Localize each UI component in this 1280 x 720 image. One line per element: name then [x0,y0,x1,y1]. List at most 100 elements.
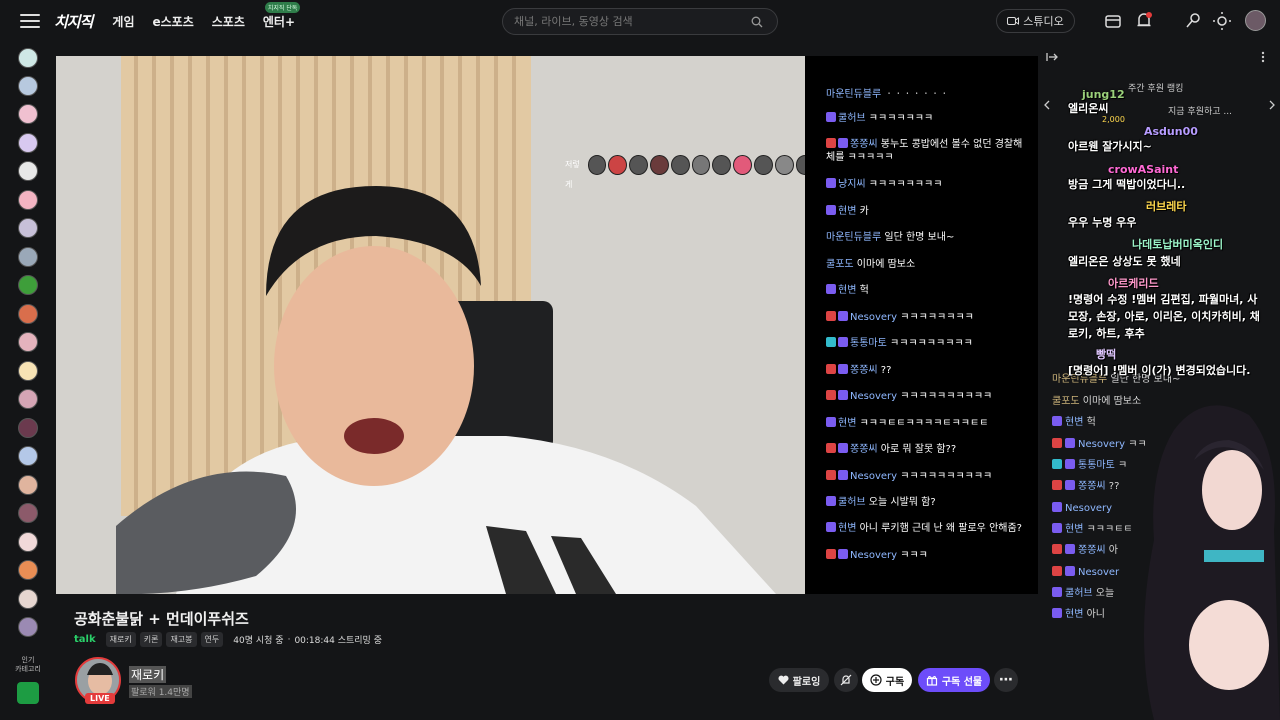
followed-channel-avatar[interactable] [18,418,38,438]
key-icon[interactable] [1184,11,1202,31]
search-icon[interactable] [751,16,763,28]
followed-channel-avatar[interactable] [18,161,38,181]
followed-channel-avatar[interactable] [18,275,38,295]
video-player[interactable]: 저렇게 [56,56,805,594]
video-chat-line: Nesovery ㅋㅋㅋㅋㅋㅋㅋㅋㅋㅋ [826,390,1031,403]
talk-link[interactable]: talk [74,634,96,645]
search-box[interactable] [502,8,778,35]
video-chat-line: Nesovery ㅋㅋㅋㅋㅋㅋㅋㅋㅋㅋ [826,470,1031,483]
nav-item-sports[interactable]: 스포츠 [212,13,245,30]
viewer-count: 40명 시청 중 [233,636,284,646]
overlay-nick: 빵떡 [1096,348,1117,361]
notification-bell-icon[interactable] [1135,11,1153,31]
overlay-nick: Asdun00 [1144,125,1198,138]
user-avatar[interactable] [1245,10,1266,31]
video-chat-line: 쫑쫑씨 봉누도 콩밥에선 볼수 없던 경찰해체를 ㅋㅋㅋㅋㅋ [826,138,1023,163]
video-chat-line: 냥지씨 ㅋㅋㅋㅋㅋㅋㅋㅋ [826,178,1031,191]
site-logo[interactable]: 치지직 [54,11,93,32]
popular-label-line2: 카테고리 [15,665,41,673]
followed-channel-avatar[interactable] [18,503,38,523]
followed-channel-avatar[interactable] [18,532,38,552]
chat-line: 현변 ㅋㅋㅋㅌㅌ [1052,523,1133,537]
subscribe-button[interactable]: 구독 [862,668,912,692]
notification-off-button[interactable] [834,668,858,692]
followed-channel-avatar[interactable] [18,304,38,324]
live-badge: LIVE [85,693,115,704]
followed-channel-avatar[interactable] [18,247,38,267]
search-input[interactable] [514,15,744,28]
followed-channel-avatar[interactable] [18,475,38,495]
donation-amount: 2,000 [1102,115,1125,124]
emote-icon [795,155,805,175]
more-options-button[interactable]: ⋯ [994,668,1018,692]
donation-ranking-label[interactable]: 주간 후원 랭킹 [1128,82,1183,96]
vtuber-character-overlay [1144,405,1280,720]
followed-channel-avatar[interactable] [18,389,38,409]
popular-category-button[interactable] [17,682,39,704]
nav-item-esports[interactable]: e스포츠 [153,13,194,30]
prev-arrow-icon[interactable] [1044,100,1050,110]
follower-count: 팔로워 1.4만명 [129,685,192,698]
chat-line: 쫑쫑씨 아 [1052,544,1118,558]
video-chat-line: 쿨허브 ㅋㅋㅋㅋㅋㅋㅋ [826,112,1031,125]
emote-stream-overlay: 저렇게 [565,155,805,195]
popular-label-line1: 인기 [21,656,35,664]
video-chat-line: 현변 헉 [826,284,1031,297]
collapse-chat-icon[interactable] [1046,52,1058,62]
followed-channel-avatar[interactable] [18,48,38,68]
video-chat-line: Nesovery ㅋㅋㅋ [826,549,1031,562]
tag[interactable]: 재고봉 [166,632,197,647]
chat-panel: 주간 후원 랭킹 지금 후원하고 ... 마운틴듀블루 일단 한명 보내~ 쿨포… [1038,42,1280,720]
followed-channel-avatar[interactable] [18,617,38,637]
donate-now-banner[interactable]: 지금 후원하고 ... [1168,105,1232,119]
chat-line: 현변 헉 [1052,416,1096,430]
nav-item-enter[interactable]: 치지직 단독 엔터+ [263,1,301,30]
followed-channel-avatar[interactable] [18,190,38,210]
tag[interactable]: 키론 [139,632,163,647]
chat-more-icon[interactable] [1261,51,1265,63]
emote-icon [670,155,690,175]
video-chat-line: 마운틴듀블루 일단 한명 보내~ [826,232,955,243]
video-camera-icon [1007,17,1020,25]
emote-icon [712,155,732,175]
inventory-icon[interactable] [1104,11,1122,31]
overlay-message: 모장, 손장, 아로, 이리온, 이치카히비, 채 [1068,310,1260,323]
followed-channel-avatar[interactable] [18,446,38,466]
followed-channel-avatar[interactable] [18,560,38,580]
chat-line: 쫑쫑씨 ?? [1052,480,1119,494]
exclusive-badge: 치지직 단독 [264,1,301,13]
plus-circle-icon [870,674,882,686]
emote-icon [691,155,711,175]
following-sidebar: 인기 카테고리 [0,42,56,720]
stream-video-frame [56,56,805,594]
followed-channel-avatar[interactable] [18,133,38,153]
followed-channel-avatar[interactable] [18,104,38,124]
nav-item-game[interactable]: 게임 [112,13,134,30]
followed-channel-avatar[interactable] [18,76,38,96]
overlay-nick: 아르케리드 [1108,277,1159,290]
stream-info-panel: 공화춘불닭 + 먼데이푸쉬즈 talk 재로키 키론 재고봉 연두 40명 시청… [56,594,1038,720]
followed-channel-avatar[interactable] [18,589,38,609]
streamer-name[interactable]: 재로키 [129,666,167,683]
next-arrow-icon[interactable] [1269,100,1275,110]
theme-sun-icon[interactable] [1213,11,1231,31]
video-chat-line: 쿨허브 오늘 시발뭐 함? [826,496,1031,509]
emote-icon [733,155,752,175]
tag[interactable]: 연두 [200,632,224,647]
emote-icon [629,155,648,175]
gift-label: 구독 선물 [941,676,983,688]
gift-icon [926,675,937,686]
overlay-nick: jung12 [1082,88,1125,101]
tag[interactable]: 재로키 [105,632,136,647]
studio-label: 스튜디오 [1023,15,1064,28]
followed-channel-avatar[interactable] [18,332,38,352]
gift-subscription-button[interactable]: 구독 선물 [918,668,990,692]
followed-channel-avatar[interactable] [18,218,38,238]
studio-button[interactable]: 스튜디오 [996,9,1075,33]
hamburger-menu-icon[interactable] [20,14,40,28]
overlay-message: 아르웬 잘가시지~ [1068,140,1152,153]
followed-channel-avatar[interactable] [18,361,38,381]
following-button[interactable]: 팔로잉 [769,668,829,692]
overlay-message: 로키, 하트, 후추 [1068,327,1145,340]
video-chat-line: 마운틴듀블루 ㆍㆍㆍㆍㆍㆍㆍ [826,89,949,100]
